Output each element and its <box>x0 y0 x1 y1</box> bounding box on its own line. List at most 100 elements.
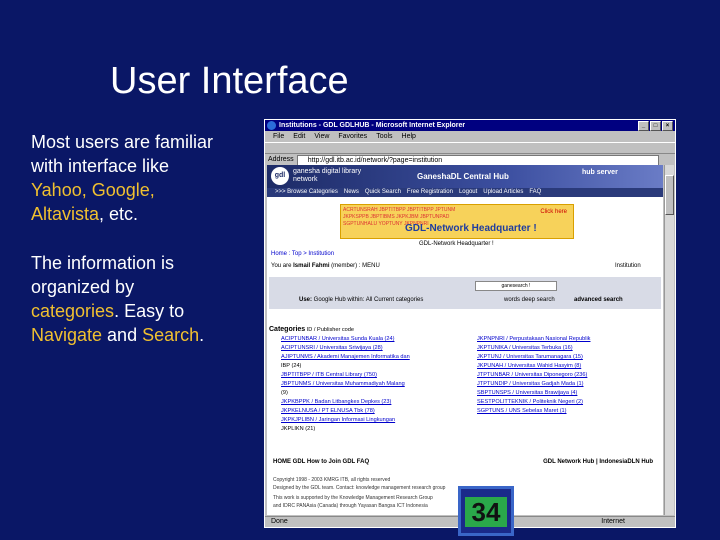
user-name: Ismail Fahmi <box>293 263 330 269</box>
site-nav: >>> Browse Categories News Quick Search … <box>267 188 663 197</box>
status-text: Done <box>271 518 288 525</box>
category-item[interactable]: SESTPOLITTEKNIK / Politeknik Negeri (2) <box>477 398 663 407</box>
slide-number: 34 <box>465 497 507 527</box>
footer-nav[interactable]: HOME GDL How to Join GDL FAQ <box>273 459 369 469</box>
welcome-line: You are Ismail Fahmi (member) : MENU <box>271 263 380 269</box>
nav-faq[interactable]: FAQ <box>529 188 541 197</box>
category-item[interactable]: JBPTITBPP / ITB Central Library (750) <box>281 371 471 380</box>
search-use-label: Use: <box>299 297 314 303</box>
category-item[interactable]: JKPNPNRI / Perpustakaan Nasional Republi… <box>477 335 663 344</box>
categories-note: ID / Publisher code <box>306 327 355 333</box>
browser-toolbar <box>265 142 675 154</box>
footer-hub-links[interactable]: GDL Network Hub | IndonesiaDLN Hub <box>543 459 653 469</box>
category-item[interactable]: JTPTUNBAR / Universitas Diponegoro (236) <box>477 371 663 380</box>
search-panel: ganesearch ! Use: Google Hub within: All… <box>269 277 661 309</box>
nav-upload-articles[interactable]: Upload Articles <box>483 188 523 197</box>
org-text: . <box>199 325 205 345</box>
highlight-categories: categories <box>31 301 115 321</box>
banner-caption: GDL-Network Headquarter ! <box>419 241 494 247</box>
internet-explorer-icon <box>267 121 276 130</box>
category-item[interactable]: JKPKJPLIBN / Jaringan Informasi Lingkung… <box>281 416 471 425</box>
network-line: network <box>293 176 318 183</box>
search-input[interactable]: ganesearch ! <box>475 281 557 291</box>
categories-section: Categories ID / Publisher code ACIPTUNBA… <box>269 325 663 432</box>
category-item[interactable]: SGPTUNS / UNS Sebelas Maret (1) <box>477 407 663 416</box>
organization-paragraph: The information is organized by categori… <box>31 251 251 347</box>
status-zone: Internet <box>601 518 625 525</box>
hub-header: gdl ganesha digital library network Gane… <box>267 165 663 188</box>
footer-support: This work is supported by the Knowledge … <box>273 495 433 501</box>
window-title: Institutions - GDL GDLHUB - Microsoft In… <box>279 122 466 129</box>
words-deep-search[interactable]: words deep search <box>504 297 555 303</box>
categories-heading: Categories <box>269 326 306 333</box>
category-item[interactable]: IBP (24) <box>281 362 471 371</box>
gdl-logo[interactable]: gdl <box>271 167 289 185</box>
category-item[interactable]: ACIPTUNBAR / Universitas Sunda Kuala (24… <box>281 335 471 344</box>
nav-logout[interactable]: Logout <box>459 188 477 197</box>
banner-title: GDL-Network Headquarter ! <box>405 223 537 234</box>
category-item[interactable]: AJIPTUNMS / Akademi Manajemen Informatik… <box>281 353 471 362</box>
category-item[interactable]: JKPUNAH / Universitas Wahid Hasyim (8) <box>477 362 663 371</box>
banner-stripe: JKPKSPPB JBPTIBMS JKPKJBM JBPTUNPAD <box>343 214 450 220</box>
category-item[interactable]: JKPTUNJ / Universitas Tarumanagara (15) <box>477 353 663 362</box>
category-item[interactable]: JKPTUNIKA / Universitas Terbuka (16) <box>477 344 663 353</box>
highlight-navigate: Navigate <box>31 325 103 345</box>
org-text: . Easy to <box>114 301 185 321</box>
category-item[interactable]: ACIPTUNSRI / Universitas Sriwijaya (28) <box>281 344 471 353</box>
slide-number-box: 34 <box>458 486 514 536</box>
vertical-scrollbar[interactable] <box>664 165 674 515</box>
menu-file[interactable]: File <box>273 131 284 142</box>
banner-stripe: ACRTUNSRAH JBPTITBPP JBPTITBPP JPTUNM <box>343 207 456 213</box>
window-titlebar[interactable]: Institutions - GDL GDLHUB - Microsoft In… <box>265 120 675 131</box>
menu-favorites[interactable]: Favorites <box>338 131 367 142</box>
browser-window: Institutions - GDL GDLHUB - Microsoft In… <box>264 119 676 528</box>
network-line: ganesha digital library <box>293 168 362 175</box>
menu-view[interactable]: View <box>314 131 329 142</box>
footer-design: Designed by the GDL team. Contact: knowl… <box>273 485 446 491</box>
nav-quick-search[interactable]: Quick Search <box>365 188 401 197</box>
welcome-prefix: You are <box>271 263 292 269</box>
close-icon[interactable]: × <box>662 121 673 131</box>
maximize-icon[interactable]: □ <box>650 121 661 131</box>
headquarter-banner[interactable]: ACRTUNSRAH JBPTITBPP JBPTITBPP JPTUNM JK… <box>340 204 574 239</box>
minimize-icon[interactable]: _ <box>638 121 649 131</box>
category-item[interactable]: JBPTUNMS / Universitas Muhammadiyah Mala… <box>281 380 471 389</box>
menu-help[interactable]: Help <box>402 131 416 142</box>
category-item[interactable]: JTPTUNDIP / Universitas Gadjah Mada (1) <box>477 380 663 389</box>
category-item[interactable]: JKPKBPPK / Badan Litbangkes Depkes (23) <box>281 398 471 407</box>
org-line: The information is <box>31 253 175 273</box>
category-item[interactable]: JKPLIKN (21) <box>281 425 471 434</box>
advanced-search-link[interactable]: advanced search <box>574 297 623 303</box>
scrollbar-thumb[interactable] <box>665 175 674 215</box>
welcome-menu[interactable]: (member) : MENU <box>331 263 380 269</box>
categories-right-column: JKPNPNRI / Perpustakaan Nasional Republi… <box>477 335 663 416</box>
nav-browse-categories[interactable]: >>> Browse Categories <box>275 188 338 197</box>
slide-title: User Interface <box>110 60 349 102</box>
category-item[interactable]: SBPTUNSPS / Universitas Brawijaya (4) <box>477 389 663 398</box>
category-item[interactable]: JKPKELNUSA / PT ELNUSA Tbk (78) <box>281 407 471 416</box>
footer-copyright: Copyright 1998 - 2003 KMRG ITB, all righ… <box>273 477 391 483</box>
highlight-altavista: Altavista <box>31 204 100 224</box>
network-name: ganesha digital library network <box>293 168 361 184</box>
highlight-examples: Yahoo, Google, <box>31 180 155 200</box>
menu-bar: File Edit View Favorites Tools Help <box>265 131 675 142</box>
banner-click-here[interactable]: Click here <box>540 209 567 215</box>
nav-free-registration[interactable]: Free Registration <box>407 188 453 197</box>
categories-left-column: ACIPTUNBAR / Universitas Sunda Kuala (24… <box>281 335 471 434</box>
footer-links: HOME GDL How to Join GDL FAQ GDL Network… <box>273 459 661 469</box>
category-item[interactable]: (9) <box>281 389 471 398</box>
address-input[interactable]: http://gdl.itb.ac.id/network/?page=insti… <box>296 154 659 166</box>
intro-paragraph: Most users are familiar with interface l… <box>31 130 251 226</box>
section-label: Institution <box>615 263 641 269</box>
breadcrumb[interactable]: Home : Top > Institution <box>271 251 334 257</box>
search-scope[interactable]: Google Hub within: All Current categorie… <box>314 297 424 303</box>
hub-server-label: hub server <box>582 169 618 176</box>
highlight-search: Search <box>142 325 200 345</box>
page-content: gdl ganesha digital library network Gane… <box>267 165 663 515</box>
nav-news[interactable]: News <box>344 188 359 197</box>
menu-edit[interactable]: Edit <box>293 131 305 142</box>
search-options: Use: Google Hub within: All Current cate… <box>299 297 423 303</box>
footer-support: and IDRC PANAsia (Canada) through Yayasa… <box>273 503 428 509</box>
menu-tools[interactable]: Tools <box>376 131 392 142</box>
intro-line: with interface like <box>31 156 170 176</box>
